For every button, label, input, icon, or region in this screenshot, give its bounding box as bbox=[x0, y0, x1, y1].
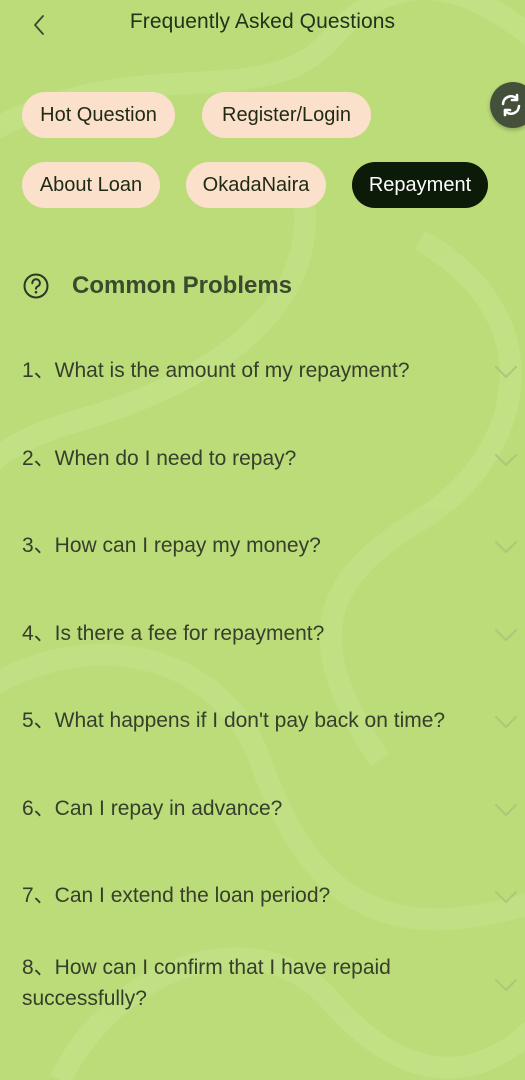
chevron-down-icon bbox=[495, 979, 517, 991]
refresh-button[interactable] bbox=[490, 82, 525, 128]
tab-about-loan[interactable]: About Loan bbox=[22, 162, 160, 208]
page-title: Frequently Asked Questions bbox=[129, 10, 396, 33]
chevron-down-icon bbox=[495, 629, 517, 641]
faq-question: 3、How can I repay my money? bbox=[22, 534, 321, 557]
faq-question: 8、How can I confirm that I have repaid s… bbox=[22, 956, 391, 1010]
chevron-down-icon bbox=[495, 716, 517, 728]
tab-register-login[interactable]: Register/Login bbox=[202, 92, 371, 138]
tab-okadanaira[interactable]: OkadaNaira bbox=[186, 162, 326, 208]
chevron-down-icon bbox=[495, 891, 517, 903]
faq-item[interactable]: 7、Can I extend the loan period? bbox=[0, 880, 525, 920]
faq-item[interactable]: 8、How can I confirm that I have repaid s… bbox=[0, 952, 525, 1018]
faq-item[interactable]: 2、When do I need to repay? bbox=[0, 443, 525, 483]
section-header: Common Problems bbox=[22, 268, 292, 304]
faq-item[interactable]: 5、What happens if I don't pay back on ti… bbox=[0, 705, 525, 745]
chevron-down-icon bbox=[495, 541, 517, 553]
chevron-down-icon bbox=[495, 804, 517, 816]
faq-question: 4、Is there a fee for repayment? bbox=[22, 622, 325, 645]
refresh-icon bbox=[501, 93, 521, 117]
tab-repayment[interactable]: Repayment bbox=[352, 162, 488, 208]
section-title: Common Problems bbox=[72, 272, 293, 299]
faq-item[interactable]: 3、How can I repay my money? bbox=[0, 530, 525, 570]
faq-question: 5、What happens if I don't pay back on ti… bbox=[22, 709, 446, 732]
tab-hot-question[interactable]: Hot Question bbox=[22, 92, 175, 138]
faq-item[interactable]: 1、What is the amount of my repayment? bbox=[0, 355, 525, 395]
faq-item[interactable]: 4、Is there a fee for repayment? bbox=[0, 618, 525, 658]
chevron-down-icon bbox=[495, 454, 517, 466]
faq-item[interactable]: 6、Can I repay in advance? bbox=[0, 793, 525, 833]
faq-question: 1、What is the amount of my repayment? bbox=[22, 359, 410, 382]
faq-question: 2、When do I need to repay? bbox=[22, 447, 297, 470]
faq-question: 7、Can I extend the loan period? bbox=[22, 884, 331, 907]
chevron-down-icon bbox=[495, 366, 517, 378]
question-circle-icon bbox=[23, 273, 49, 299]
top-bar: Frequently Asked Questions bbox=[0, 0, 525, 50]
faq-question: 6、Can I repay in advance? bbox=[22, 797, 283, 820]
